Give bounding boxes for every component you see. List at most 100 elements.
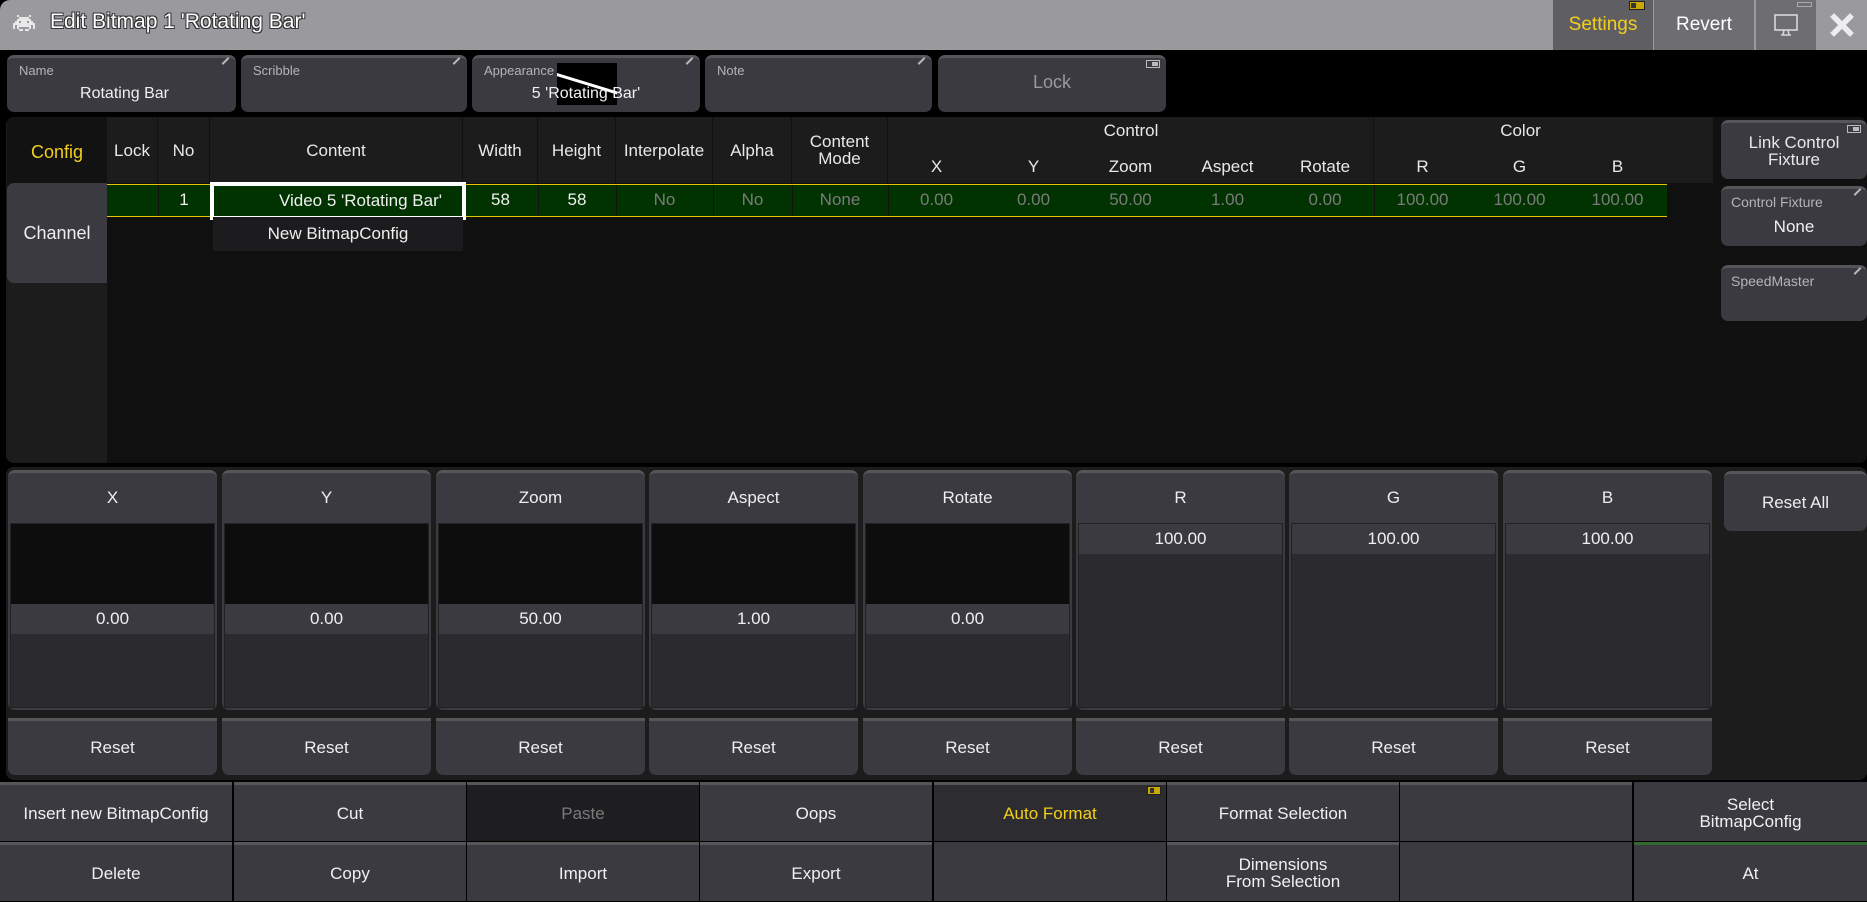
cell-zoom[interactable]: 50.00 [1082,185,1179,215]
fader-value-handle[interactable]: 100.00 [1292,524,1495,554]
col-lock[interactable]: Lock [107,117,158,183]
paste-button[interactable]: Paste [467,782,699,841]
tab-channel[interactable]: Channel [7,183,107,283]
reset-all-button[interactable]: Reset All [1724,471,1867,531]
fader-track[interactable]: 0.00 [865,523,1070,708]
tab-channel-label: Channel [23,222,91,243]
col-height[interactable]: Height [538,117,616,183]
fader-value-handle[interactable]: 0.00 [866,604,1069,634]
reset-y-button[interactable]: Reset [222,718,431,775]
scribble-field[interactable]: Scribble [241,55,467,112]
cell-no[interactable]: 1 [158,185,210,215]
fader-track[interactable]: 1.00 [651,523,856,708]
reset-zoom-button[interactable]: Reset [436,718,645,775]
select-bitmapconfig-button[interactable]: Select BitmapConfig [1634,782,1867,841]
fader-track[interactable]: 100.00 [1291,523,1496,708]
col-control-x[interactable]: X [888,157,985,177]
col-color-b[interactable]: B [1568,157,1667,177]
cut-button[interactable]: Cut [234,782,466,841]
cell-r[interactable]: 100.00 [1374,185,1471,215]
settings-button[interactable]: Settings [1553,0,1653,50]
fader-area: Reset All X 0.00 Reset Y 0.00 Reset Zoom 50.00 R… [6,467,1867,780]
col-no[interactable]: No [158,117,210,183]
cell-interpolate[interactable]: No [616,185,713,215]
fader-value-handle[interactable]: 1.00 [652,604,855,634]
cell-g[interactable]: 100.00 [1471,185,1568,215]
col-color-g[interactable]: G [1471,157,1568,177]
insert-new-bitmapconfig-button[interactable]: Insert new BitmapConfig [0,782,232,841]
new-bitmapconfig-row[interactable]: New BitmapConfig [213,217,463,251]
fader-x[interactable]: X 0.00 [8,470,217,710]
cell-aspect[interactable]: 1.00 [1179,185,1276,215]
col-content[interactable]: Content [210,117,463,183]
cell-rotate[interactable]: 0.00 [1276,185,1374,215]
fader-track[interactable]: 100.00 [1505,523,1710,708]
control-fixture-field[interactable]: Control Fixture None [1721,186,1867,246]
speedmaster-label: SpeedMaster [1731,273,1815,289]
speedmaster-field[interactable]: SpeedMaster [1721,265,1867,321]
auto-format-button[interactable]: Auto Format [934,782,1166,841]
fader-value-handle[interactable]: 100.00 [1506,524,1709,554]
appearance-field[interactable]: Appearance 5 'Rotating Bar' [472,55,700,112]
revert-button[interactable]: Revert [1654,0,1754,50]
dimensions-from-selection-button[interactable]: Dimensions From Selection [1167,842,1399,901]
reset-r-button[interactable]: Reset [1076,718,1285,775]
delete-button[interactable]: Delete [0,842,232,901]
fader-zoom[interactable]: Zoom 50.00 [436,470,645,710]
fader-rotate[interactable]: Rotate 0.00 [863,470,1072,710]
fader-aspect[interactable]: Aspect 1.00 [649,470,858,710]
display-button[interactable] [1756,0,1816,50]
oops-button[interactable]: Oops [700,782,932,841]
lock-button[interactable]: Lock [938,55,1166,112]
table-row[interactable]: 1 Video 5 'Rotating Bar' 58 58 No No Non… [107,182,1667,220]
fader-track[interactable]: 100.00 [1078,523,1283,708]
control-group-header: Control [1103,121,1159,140]
col-alpha[interactable]: Alpha [713,117,792,183]
at-button[interactable]: At [1634,842,1867,901]
cell-y[interactable]: 0.00 [985,185,1082,215]
name-field[interactable]: Name Rotating Bar [7,55,236,112]
reset-x-button[interactable]: Reset [8,718,217,775]
fader-value-handle[interactable]: 0.00 [225,604,428,634]
cell-lock[interactable] [107,185,158,215]
col-color-r[interactable]: R [1374,157,1471,177]
export-button[interactable]: Export [700,842,932,901]
cell-x[interactable]: 0.00 [888,185,985,215]
reset-aspect-button[interactable]: Reset [649,718,858,775]
paste-label: Paste [561,803,605,823]
color-group-header: Color [1500,121,1541,140]
fader-value-handle[interactable]: 100.00 [1079,524,1282,554]
close-button[interactable] [1817,0,1867,50]
reset-b-button[interactable]: Reset [1503,718,1712,775]
copy-button[interactable]: Copy [234,842,466,901]
col-control-rotate[interactable]: Rotate [1276,157,1374,177]
fader-r[interactable]: R 100.00 [1076,470,1285,710]
col-width[interactable]: Width [463,117,538,183]
cell-height[interactable]: 58 [538,185,616,215]
col-control-zoom[interactable]: Zoom [1082,157,1179,177]
fader-track[interactable]: 0.00 [224,523,429,708]
cell-b[interactable]: 100.00 [1568,185,1667,215]
cell-content-mode[interactable]: None [792,185,888,215]
cell-alpha[interactable]: No [713,185,792,215]
link-control-fixture-button[interactable]: Link Control Fixture [1721,120,1867,179]
fader-track[interactable]: 50.00 [438,523,643,708]
tab-config[interactable]: Config [7,117,107,187]
fader-value-handle[interactable]: 50.00 [439,604,642,634]
fader-g[interactable]: G 100.00 [1289,470,1498,710]
reset-rotate-button[interactable]: Reset [863,718,1072,775]
fader-b[interactable]: B 100.00 [1503,470,1712,710]
cell-content[interactable]: Video 5 'Rotating Bar' [210,182,466,220]
col-control-y[interactable]: Y [985,157,1082,177]
fader-y[interactable]: Y 0.00 [222,470,431,710]
format-selection-button[interactable]: Format Selection [1167,782,1399,841]
col-content-mode[interactable]: Content Mode [792,117,888,183]
note-field[interactable]: Note [705,55,932,112]
reset-g-button[interactable]: Reset [1289,718,1498,775]
fader-value-handle[interactable]: 0.00 [11,604,214,634]
cell-width[interactable]: 58 [463,185,538,215]
col-interpolate[interactable]: Interpolate [616,117,713,183]
import-button[interactable]: Import [467,842,699,901]
fader-track[interactable]: 0.00 [10,523,215,708]
col-control-aspect[interactable]: Aspect [1179,157,1276,177]
